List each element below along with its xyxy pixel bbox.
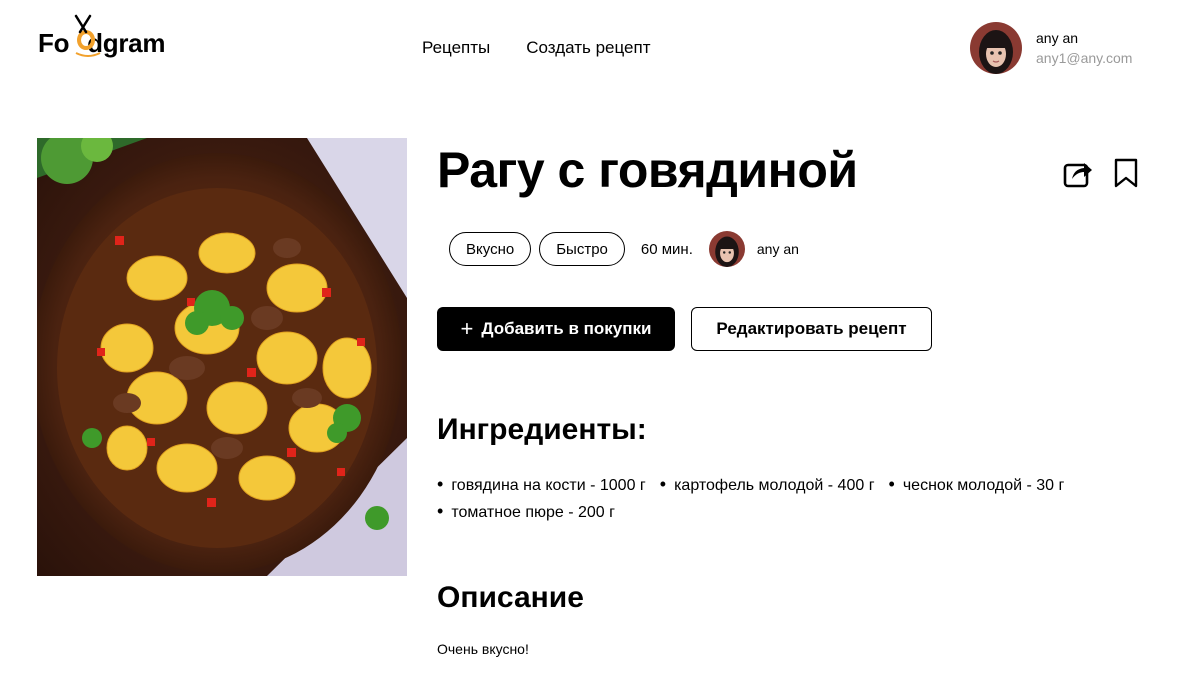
bookmark-icon[interactable] bbox=[1112, 157, 1140, 189]
ingredients-list: говядина на кости - 1000 г картофель мол… bbox=[437, 472, 1157, 525]
add-to-shopping-list-label: Добавить в покупки bbox=[481, 319, 652, 338]
nav-recipes[interactable]: Рецепты bbox=[422, 38, 490, 58]
add-to-shopping-list-button[interactable]: + Добавить в покупки bbox=[437, 307, 675, 351]
edit-recipe-button[interactable]: Редактировать рецепт bbox=[691, 307, 932, 351]
ingredient-item: картофель молодой - 400 г bbox=[660, 472, 874, 498]
tag-tasty[interactable]: Вкусно bbox=[449, 232, 532, 266]
recipe-description: Очень вкусно! bbox=[437, 641, 529, 657]
plus-icon: + bbox=[460, 316, 474, 341]
user-info: any an any1@any.com bbox=[1036, 28, 1132, 68]
recipe-title: Рагу с говядиной bbox=[437, 142, 858, 198]
ingredient-item: говядина на кости - 1000 г bbox=[437, 472, 645, 498]
recipe-image bbox=[37, 138, 407, 576]
user-name: any an bbox=[1036, 30, 1079, 46]
recipe-meta: Вкусно Быстро 60 мин. any an bbox=[449, 231, 799, 267]
author-name[interactable]: any an bbox=[757, 241, 799, 257]
user-email: any1@any.com bbox=[1036, 50, 1133, 66]
user-menu[interactable]: any an any1@any.com bbox=[970, 22, 1132, 74]
fork-spoon-icon bbox=[74, 14, 92, 34]
share-icon[interactable] bbox=[1062, 157, 1094, 189]
ingredient-item: чеснок молодой - 30 г bbox=[889, 472, 1065, 498]
header: Foodgram Рецепты Создать рецепт an bbox=[0, 0, 1195, 96]
ingredient-item: томатное пюре - 200 г bbox=[437, 499, 615, 525]
nav-create-recipe[interactable]: Создать рецепт bbox=[526, 38, 650, 58]
description-heading: Описание bbox=[437, 581, 584, 614]
cooking-time: 60 мин. bbox=[640, 240, 693, 258]
foodgram-logo[interactable]: Foodgram bbox=[38, 14, 198, 60]
tag-fast[interactable]: Быстро bbox=[539, 232, 625, 266]
ingredients-heading: Ингредиенты: bbox=[437, 413, 647, 446]
plate-icon bbox=[75, 52, 101, 57]
author-avatar[interactable] bbox=[708, 231, 745, 267]
main-nav: Рецепты Создать рецепт bbox=[422, 38, 651, 58]
user-avatar[interactable] bbox=[970, 22, 1022, 74]
